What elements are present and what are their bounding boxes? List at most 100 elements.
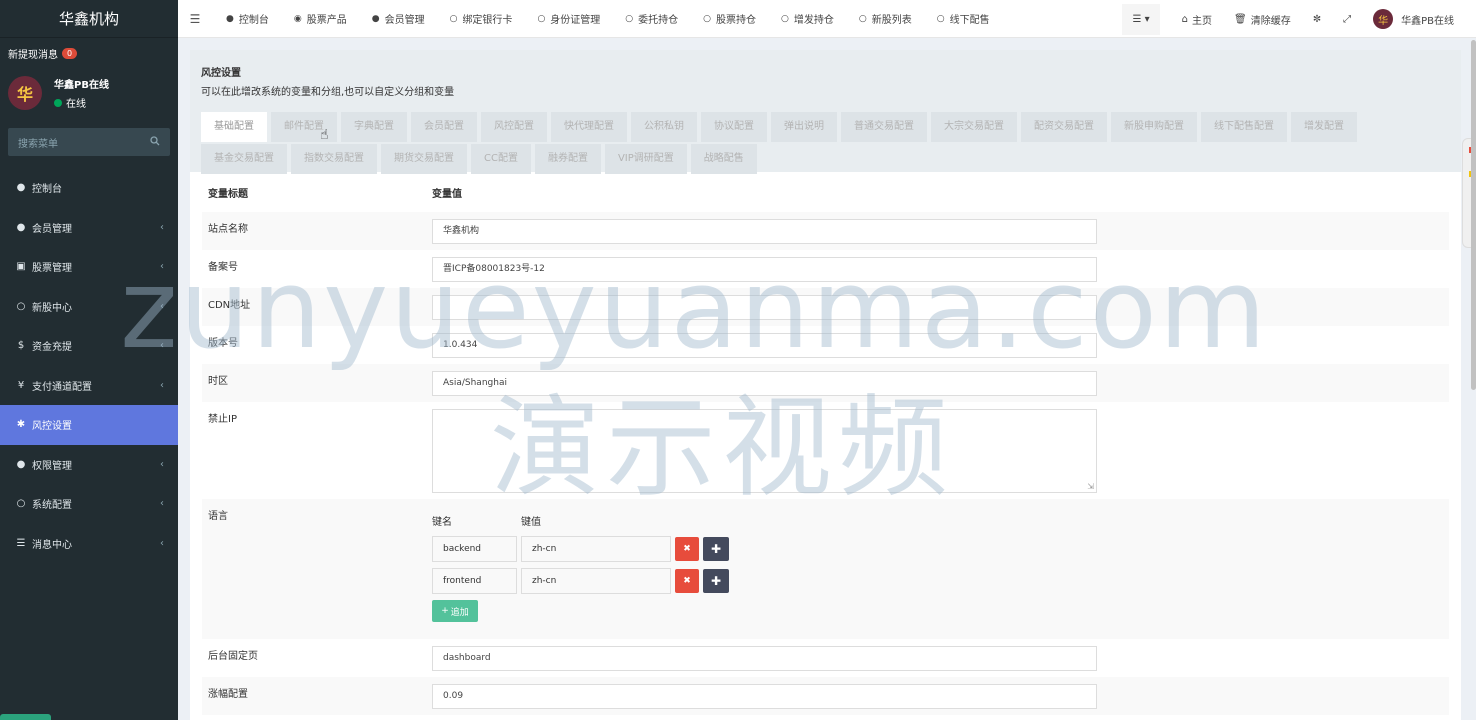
hamburger-icon[interactable]: ☰ xyxy=(178,12,212,26)
site-name-label: 站点名称 xyxy=(208,224,248,235)
tab-4[interactable]: 风控配置 xyxy=(481,112,547,142)
row-timezone: 时区 Asia/Shanghai xyxy=(202,364,1449,402)
trash-icon: 🗑 xyxy=(1234,13,1247,25)
page-scrollbar[interactable] xyxy=(1471,40,1476,390)
tab-11[interactable]: 配资交易配置 xyxy=(1021,112,1107,142)
nav-item-label: 股票产品 xyxy=(306,15,347,26)
sidebar-item-0[interactable]: ● 控制台 xyxy=(0,168,178,208)
kv-value-input[interactable]: zh-cn xyxy=(521,568,671,594)
tab-12[interactable]: 新股申购配置 xyxy=(1111,112,1197,142)
nav-item-3[interactable]: ○ 绑定银行卡 xyxy=(450,11,513,27)
row-rise: 涨幅配置 0.09 xyxy=(202,677,1449,715)
sidebar-item-label: 股票管理 xyxy=(32,263,72,275)
sidebar-item-2[interactable]: ▣ 股票管理 ‹ xyxy=(0,247,178,287)
tab-0[interactable]: 基础配置 xyxy=(201,112,267,142)
version-input[interactable]: 1.0.434 xyxy=(432,333,1097,358)
tab-7[interactable]: 协议配置 xyxy=(701,112,767,142)
kv-key-input[interactable]: frontend xyxy=(432,568,517,594)
search-icon[interactable] xyxy=(150,135,160,149)
delete-row-button[interactable]: ✖ xyxy=(675,537,699,561)
close-icon: ✖ xyxy=(683,576,691,586)
brand-title[interactable]: 华鑫机构 xyxy=(0,0,178,38)
new-withdraw-messages[interactable]: 新提现消息 0 xyxy=(0,38,178,68)
delete-row-button[interactable]: ✖ xyxy=(675,569,699,593)
panel-header: 风控设置 可以在此增改系统的变量和分组,也可以自定义分组和变量 基础配置 邮件配置… xyxy=(190,50,1461,174)
nav-item-5[interactable]: ○ 委托持仓 xyxy=(625,11,678,27)
tab-2[interactable]: 字典配置 xyxy=(341,112,407,142)
add-row-button[interactable]: + 追加 xyxy=(432,600,478,622)
chevron-left-icon: ‹ xyxy=(160,221,164,233)
chevron-left-icon: ‹ xyxy=(160,458,164,470)
tab-20[interactable]: VIP调研配置 xyxy=(604,144,687,174)
tab-14[interactable]: 增发配置 xyxy=(1291,112,1357,142)
kv-key-input[interactable]: backend xyxy=(432,536,517,562)
version-label: 版本号 xyxy=(208,338,238,349)
drag-row-button[interactable]: ✚ xyxy=(703,569,729,593)
clear-cache-label: 清除缓存 xyxy=(1250,15,1291,27)
nav-item-8[interactable]: ○ 新股列表 xyxy=(859,11,912,27)
clear-cache-button[interactable]: 🗑 清除缓存 xyxy=(1234,12,1291,27)
tab-3[interactable]: 会员配置 xyxy=(411,112,477,142)
cdn-input[interactable] xyxy=(432,295,1097,320)
sidebar-item-9[interactable]: ☰ 消息中心 ‹ xyxy=(0,524,178,564)
circle-icon: ○ xyxy=(16,300,26,312)
nav-item-6[interactable]: ○ 股票持仓 xyxy=(703,11,756,27)
row-ban-ip: 禁止IP ⇲ xyxy=(202,402,1449,499)
ban-ip-textarea[interactable]: ⇲ xyxy=(432,409,1097,493)
tab-17[interactable]: 期货交易配置 xyxy=(381,144,467,174)
tab-15[interactable]: 基金交易配置 xyxy=(201,144,287,174)
move-icon: ✚ xyxy=(710,542,722,556)
nav-item-7[interactable]: ○ 增发持仓 xyxy=(781,11,834,27)
sidebar-item-8[interactable]: ○ 系统配置 ‹ xyxy=(0,484,178,524)
nav-item-9[interactable]: ○ 线下配售 xyxy=(937,11,990,27)
sidebar-item-6[interactable]: ✱ 风控设置 xyxy=(0,405,178,445)
kv-value-input[interactable]: zh-cn xyxy=(521,536,671,562)
tab-21[interactable]: 战略配售 xyxy=(690,144,757,174)
bottom-tag[interactable] xyxy=(0,714,51,720)
nav-item-2[interactable]: ● 会员管理 xyxy=(372,11,425,27)
sidebar-item-7[interactable]: ● 权限管理 ‹ xyxy=(0,445,178,485)
row-version: 版本号 1.0.434 xyxy=(202,326,1449,364)
nav-menu-button[interactable]: ☰ ▾ xyxy=(1122,3,1160,35)
sidebar-item-label: 资金充提 xyxy=(32,342,72,354)
rise-input[interactable]: 0.09 xyxy=(432,684,1097,709)
sidebar-item-3[interactable]: ○ 新股中心 ‹ xyxy=(0,287,178,327)
chevron-left-icon: ‹ xyxy=(160,340,164,352)
nav-item-4[interactable]: ○ 身份证管理 xyxy=(537,11,600,27)
home-link[interactable]: ⌂ 主页 xyxy=(1182,12,1212,27)
nav-item-0[interactable]: ● 控制台 xyxy=(226,11,269,27)
tab-5[interactable]: 快代理配置 xyxy=(551,112,627,142)
timezone-input[interactable]: Asia/Shanghai xyxy=(432,371,1097,396)
sidebar-menu: ● 控制台 ● 会员管理 ‹ ▣ 股票管理 ‹ ○ 新股中心 ‹ $ 资金充提 ‹ ¥ 支付通道配置 ‹ ✱ 风控设… xyxy=(0,168,178,563)
tab-19[interactable]: 融券配置 xyxy=(534,144,601,174)
sidebar: 华鑫机构 新提现消息 0 华 华鑫PB在线 在线 搜索菜单 ● 控制台 ● 会员管理 ‹… xyxy=(0,0,178,720)
nav-item-icon: ○ xyxy=(781,13,789,24)
home-icon: ⌂ xyxy=(1181,13,1189,25)
sidebar-item-1[interactable]: ● 会员管理 ‹ xyxy=(0,208,178,248)
user-menu[interactable]: 华 华鑫PB在线 xyxy=(1373,9,1454,29)
tab-9[interactable]: 普通交易配置 xyxy=(841,112,927,142)
nav-item-1[interactable]: ◉ 股票产品 xyxy=(294,11,347,27)
beian-input[interactable]: 晋ICP备08001823号-12 xyxy=(432,257,1097,282)
config-form: 变量标题 变量值 站点名称 华鑫机构 备案号 晋ICP备08001823号-12… xyxy=(190,172,1461,715)
site-name-input[interactable]: 华鑫机构 xyxy=(432,219,1097,244)
language-row: backend zh-cn ✖ ✚ xyxy=(432,536,729,562)
tab-6[interactable]: 公积私钥 xyxy=(631,112,697,142)
fullscreen-icon[interactable]: ⤢ xyxy=(1343,14,1351,25)
plus-icon: + xyxy=(441,606,449,616)
fixed-page-input[interactable]: dashboard xyxy=(432,646,1097,671)
list-icon: ☰ xyxy=(16,537,26,549)
tab-8[interactable]: 弹出说明 xyxy=(771,112,837,142)
translate-icon[interactable]: ✼ xyxy=(1313,14,1321,25)
tab-10[interactable]: 大宗交易配置 xyxy=(931,112,1017,142)
tab-16[interactable]: 指数交易配置 xyxy=(291,144,377,174)
sidebar-item-5[interactable]: ¥ 支付通道配置 ‹ xyxy=(0,366,178,406)
chevron-left-icon: ‹ xyxy=(160,379,164,391)
sidebar-item-4[interactable]: $ 资金充提 ‹ xyxy=(0,326,178,366)
tab-13[interactable]: 线下配售配置 xyxy=(1201,112,1287,142)
sidebar-search-input[interactable]: 搜索菜单 xyxy=(8,128,170,156)
tab-18[interactable]: CC配置 xyxy=(471,144,531,174)
drag-row-button[interactable]: ✚ xyxy=(703,537,729,561)
resize-grip-icon[interactable]: ⇲ xyxy=(1087,482,1094,491)
search-placeholder: 搜索菜单 xyxy=(18,138,58,150)
